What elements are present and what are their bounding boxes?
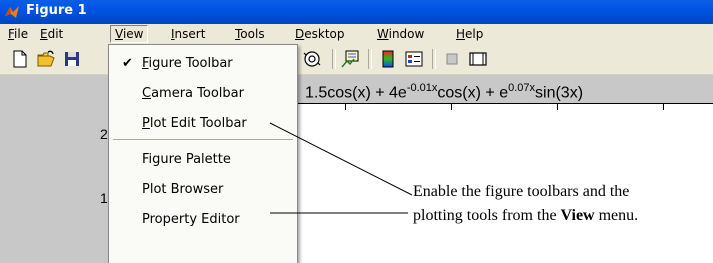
callout-text: plotting tools from the (413, 207, 561, 224)
callout-emphasis: View (560, 207, 595, 224)
callout-text: menu. (594, 207, 639, 224)
figure-window: Figure 1 File Edit View Insert Tools Des… (0, 0, 713, 263)
callout-line-1: Enable the figure toolbars and the (413, 183, 630, 200)
leader-line (269, 122, 413, 196)
callout-annotation: Enable the figure toolbars and the plott… (413, 180, 638, 228)
callout-line-2: plotting tools from the View menu. (413, 204, 638, 228)
